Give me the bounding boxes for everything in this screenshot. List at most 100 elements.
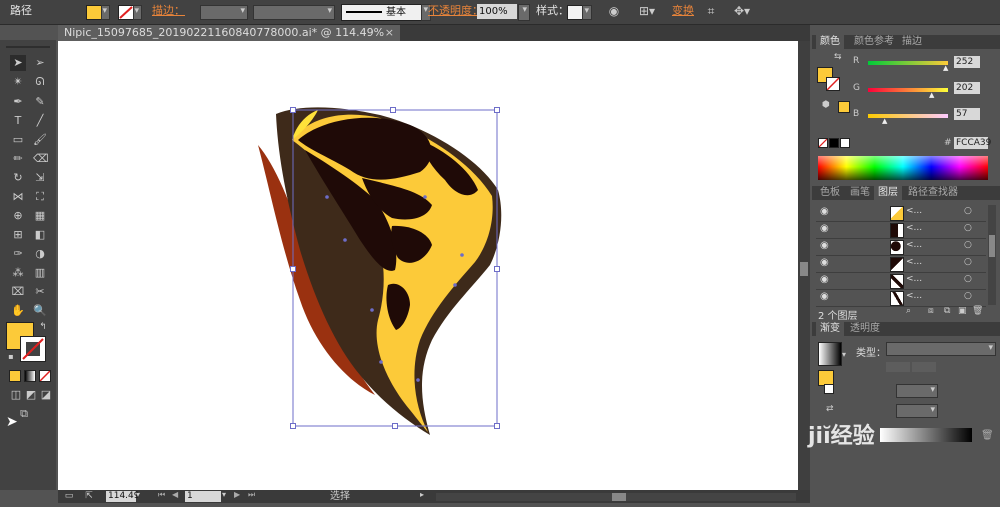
zoom-tool-icon[interactable]: 🔍 [33,304,47,318]
layer-row[interactable]: ◉ <... ○ [816,205,986,222]
target-circle-icon[interactable]: ○ [964,223,972,233]
tab-stroke[interactable]: 描边 [898,35,926,49]
layer-name[interactable]: <... [906,240,922,250]
delete-stop-icon[interactable]: 🗑 [981,430,994,441]
rotate-tool-icon[interactable]: ↻ [11,171,25,185]
color-mode-button[interactable] [9,370,21,382]
stroke-dropdown[interactable] [133,5,142,20]
gradient-stroke-options-2[interactable] [912,362,936,372]
first-artboard-icon[interactable]: ⏮ [158,490,165,500]
gradient-preview[interactable] [818,342,842,366]
none-color-chip[interactable] [818,138,828,148]
hand-tool-icon[interactable]: ✋ [11,304,25,318]
locate-object-icon[interactable]: ⌕ [906,306,911,316]
gradient-type-dropdown[interactable] [886,342,996,356]
gradient-angle-field[interactable] [896,384,938,398]
opacity-dropdown[interactable] [518,4,530,21]
brush-definition-dropdown[interactable]: 基本 [341,4,423,21]
target-circle-icon[interactable]: ○ [964,206,972,216]
align-icon[interactable]: ⊞▾ [636,0,658,22]
target-circle-icon[interactable]: ○ [964,291,972,301]
scale-tool-icon[interactable]: ⇲ [33,171,47,185]
butterfly-wing-artwork[interactable] [58,41,798,490]
blend-tool-icon[interactable]: ◑ [33,247,47,261]
r-value-input[interactable]: 252 [954,56,980,68]
width-tool-icon[interactable]: ⋈ [11,190,25,204]
direct-selection-tool-icon[interactable]: ➢ [33,56,47,70]
last-artboard-icon[interactable]: ⏭ [248,490,255,500]
perspective-grid-tool-icon[interactable]: ▦ [33,209,47,223]
layer-name[interactable]: <... [906,291,922,301]
shape-builder-tool-icon[interactable]: ⊕ [11,209,25,223]
screen-mode-icon[interactable]: ⧉ [17,407,31,421]
stroke-weight-field[interactable] [200,5,248,20]
symbol-sprayer-tool-icon[interactable]: ⁂ [11,266,25,280]
free-transform-tool-icon[interactable]: ⛶ [33,190,47,204]
lasso-tool-icon[interactable]: ᘏ [33,75,47,89]
r-slider-thumb[interactable]: ▲ [943,64,948,72]
eyedropper-tool-icon[interactable]: ✑ [11,247,25,261]
layer-row[interactable]: ◉ <... ○ [816,256,986,273]
layer-name[interactable]: <... [906,257,922,267]
white-color-chip[interactable] [840,138,850,148]
opacity-label[interactable]: 不透明度： [428,0,483,22]
black-color-chip[interactable] [829,138,839,148]
eraser-tool-icon[interactable]: ⌫ [33,152,49,166]
transform-label[interactable]: 变换 [672,0,694,22]
g-slider-thumb[interactable]: ▲ [929,91,934,99]
slice-tool-icon[interactable]: ✂ [33,285,47,299]
layer-row[interactable]: ◉ <... ○ [816,239,986,256]
horizontal-scroll-thumb[interactable] [612,493,626,501]
mesh-tool-icon[interactable]: ⊞ [11,228,25,242]
new-sublayer-icon[interactable]: ⧉ [944,306,950,316]
artboard-canvas[interactable] [58,41,798,490]
artboard-dropdown-icon[interactable]: ▾ [222,490,226,499]
reverse-gradient-icon[interactable]: ⇄ [826,404,834,414]
layer-name[interactable]: <... [906,274,922,284]
delete-layer-icon[interactable]: 🗑 [972,306,983,316]
color-spectrum[interactable] [818,156,988,180]
curvature-tool-icon[interactable]: ✎ [33,95,47,109]
artboard-number-input[interactable]: 1 [185,491,221,502]
clipping-mask-icon[interactable]: ⧈ [928,306,934,316]
visibility-eye-icon[interactable]: ◉ [820,206,829,217]
g-slider[interactable] [868,88,948,92]
close-tab-icon[interactable]: × [385,25,394,41]
stroke-label[interactable]: 描边： [152,0,185,22]
g-value-input[interactable]: 202 [954,82,980,94]
tab-pathfinder[interactable]: 路径查找器 [904,186,962,200]
b-slider[interactable] [868,114,948,118]
none-mode-button[interactable] [39,370,51,382]
b-value-input[interactable]: 57 [954,108,980,120]
opacity-input[interactable]: 100% [477,4,517,19]
tools-panel-grip[interactable] [6,46,50,48]
visibility-eye-icon[interactable]: ◉ [820,240,829,251]
status-share-icon[interactable]: ⇱ [82,485,96,507]
new-layer-icon[interactable]: ▣ [958,306,967,316]
gradient-stroke-options[interactable] [886,362,910,372]
tab-color[interactable]: 颜色 [816,35,844,49]
horizontal-scrollbar[interactable] [436,493,796,501]
canvas-scroll-thumb[interactable] [800,262,808,276]
color-panel-stroke-swatch[interactable] [826,77,840,91]
artboard-tool-icon[interactable]: ⌧ [11,285,25,299]
layer-row[interactable]: ◉ <... ○ [816,222,986,239]
style-dropdown[interactable] [582,5,592,20]
zoom-dropdown-icon[interactable]: ▾ [136,490,140,499]
gradient-preview-dropdown-icon[interactable]: ▾ [842,350,846,359]
color-panel-swap-icon[interactable]: ⇆ [834,52,842,62]
layer-name[interactable]: <... [906,223,922,233]
pencil-tool-icon[interactable]: ✏ [11,152,25,166]
tab-swatches[interactable]: 色板 [816,186,844,200]
default-fill-stroke-icon[interactable]: ▪ [4,350,18,364]
rectangle-tool-icon[interactable]: ▭ [11,133,25,147]
type-tool-icon[interactable]: T [11,114,25,128]
isolate-group-icon[interactable]: ⌗ [704,0,718,22]
style-swatch[interactable] [567,5,583,20]
draw-behind-icon[interactable]: ◩ [24,388,38,402]
fill-swatch[interactable] [86,5,102,20]
gradient-aspect-field[interactable] [896,404,938,418]
variable-width-dropdown[interactable] [253,5,335,20]
hex-value-input[interactable]: FCCA39 [954,137,991,149]
gradient-slider[interactable] [880,428,972,442]
